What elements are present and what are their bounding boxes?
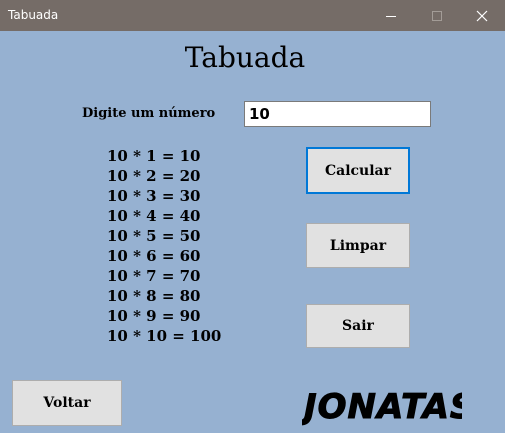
maximize-icon	[432, 10, 442, 21]
results-list: 10 * 1 = 10 10 * 2 = 20 10 * 3 = 30 10 *…	[107, 146, 221, 346]
calcular-button[interactable]: Calcular	[306, 147, 410, 194]
result-line: 10 * 10 = 100	[107, 327, 222, 345]
result-line: 10 * 4 = 40	[107, 207, 201, 225]
result-line: 10 * 8 = 80	[107, 287, 201, 305]
form-client-area: Tabuada Digite um número 10 * 1 = 10 10 …	[0, 31, 505, 433]
close-button[interactable]	[459, 0, 505, 31]
signature-text: JONATAS S	[302, 387, 462, 427]
result-line: 10 * 9 = 90	[107, 307, 201, 325]
maximize-button[interactable]	[414, 0, 460, 31]
window-titlebar[interactable]: Tabuada	[0, 0, 505, 31]
close-icon	[476, 10, 488, 21]
sair-button[interactable]: Sair	[306, 304, 410, 348]
signature-logo: JONATAS S	[302, 387, 462, 428]
minimize-icon	[386, 15, 396, 17]
result-line: 10 * 6 = 60	[107, 247, 201, 265]
result-line: 10 * 3 = 30	[107, 187, 201, 205]
result-line: 10 * 5 = 50	[107, 227, 201, 245]
voltar-button[interactable]: Voltar	[12, 380, 122, 426]
number-prompt-label: Digite um número	[82, 106, 216, 121]
limpar-button[interactable]: Limpar	[306, 223, 410, 268]
number-input[interactable]	[244, 101, 431, 127]
result-line: 10 * 2 = 20	[107, 167, 201, 185]
result-line: 10 * 1 = 10	[107, 147, 201, 165]
result-line: 10 * 7 = 70	[107, 267, 201, 285]
window-title: Tabuada	[8, 8, 59, 22]
minimize-button[interactable]	[368, 0, 414, 31]
page-title: Tabuada	[184, 41, 306, 74]
